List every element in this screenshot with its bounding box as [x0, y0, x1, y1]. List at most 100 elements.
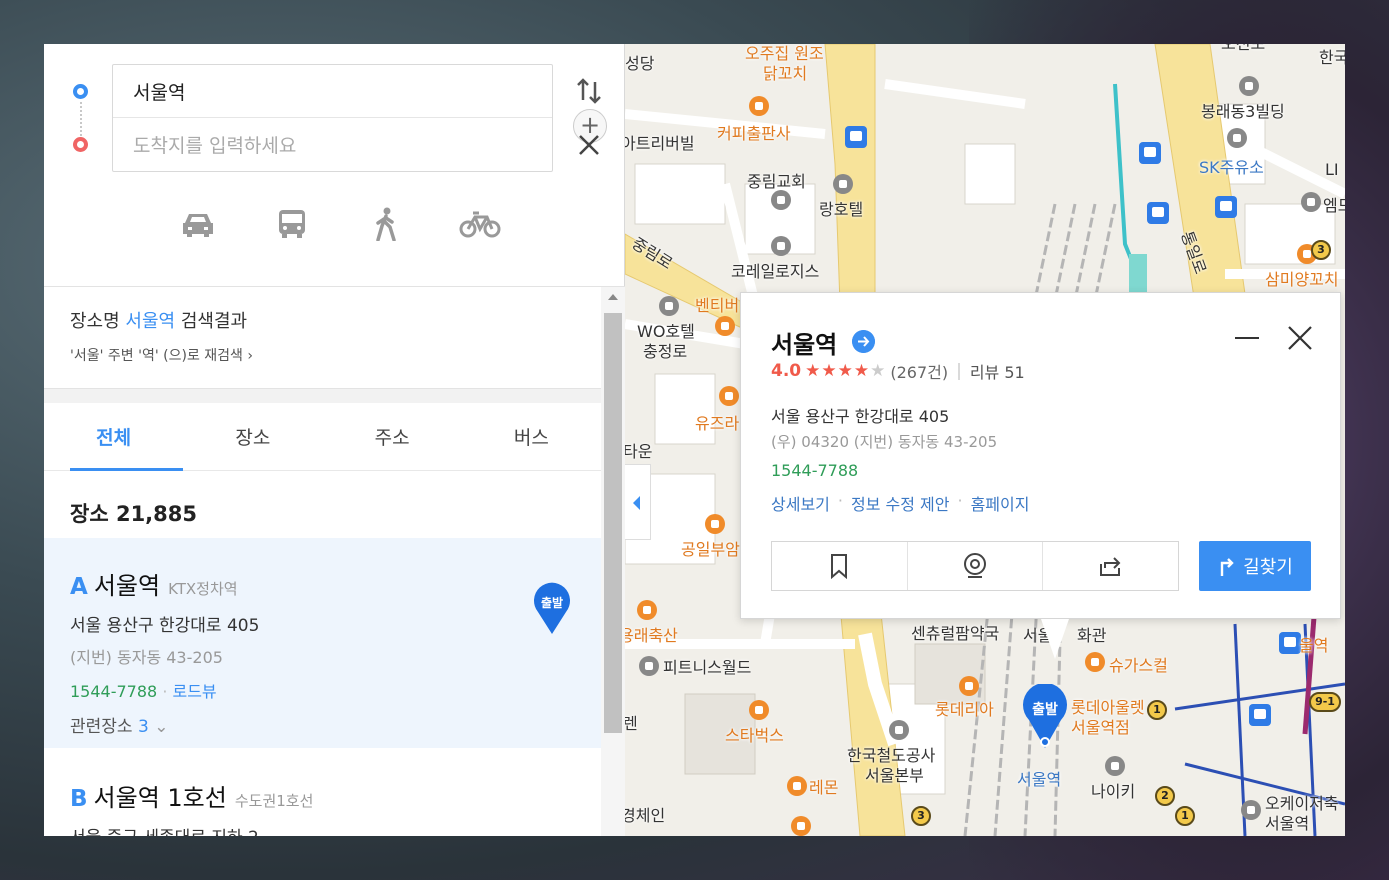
- map-label[interactable]: 중림교회: [747, 168, 806, 192]
- shop-icon[interactable]: [1105, 756, 1125, 776]
- map-label[interactable]: 랑호텔: [819, 196, 863, 220]
- bus-stop-icon[interactable]: [845, 126, 867, 148]
- map-label[interactable]: 서울역점: [1071, 714, 1130, 738]
- map-label[interactable]: 서울역: [1017, 766, 1061, 790]
- share-button[interactable]: [1043, 542, 1178, 590]
- restaurant-icon[interactable]: [705, 514, 725, 534]
- bicycle-icon[interactable]: [456, 204, 504, 244]
- related-places[interactable]: 관련장소 3 ⌄: [70, 712, 601, 737]
- map-label[interactable]: LI: [1325, 160, 1339, 179]
- hotel-icon[interactable]: [659, 296, 679, 316]
- result-name[interactable]: 서울역: [94, 566, 160, 601]
- map-label[interactable]: 서울역: [1265, 810, 1309, 834]
- collapse-panel-button[interactable]: [625, 464, 651, 540]
- review-count[interactable]: 리뷰 51: [970, 359, 1025, 383]
- map-label[interactable]: 울역: [1299, 632, 1328, 656]
- map-label[interactable]: 레몬: [809, 774, 838, 798]
- close-icon[interactable]: [1285, 323, 1315, 353]
- map-label[interactable]: 엠드: [1323, 192, 1345, 216]
- car-icon[interactable]: [174, 204, 222, 244]
- building-icon[interactable]: [1239, 76, 1259, 96]
- tab-places[interactable]: 장소: [183, 403, 322, 470]
- map-label[interactable]: SK주유소: [1199, 154, 1264, 178]
- minimize-icon[interactable]: [1235, 337, 1259, 339]
- directions-button[interactable]: 길찾기: [1199, 541, 1311, 591]
- building-icon[interactable]: [771, 236, 791, 256]
- map-label[interactable]: 슈가스컬: [1109, 652, 1168, 676]
- start-input[interactable]: 서울역: [113, 65, 552, 118]
- results-scrollbar[interactable]: [601, 287, 625, 836]
- subway-line-1-badge[interactable]: 1: [1175, 806, 1195, 826]
- map-label[interactable]: 서울본부: [865, 762, 924, 786]
- map-label[interactable]: 유즈라: [695, 410, 739, 434]
- bus-stop-icon[interactable]: [1279, 632, 1301, 654]
- map-label[interactable]: 삼미양꼬치: [1265, 266, 1339, 290]
- subway-line-2-badge[interactable]: 2: [1155, 786, 1175, 806]
- map-label[interactable]: 성당: [625, 50, 654, 74]
- rating-count[interactable]: (267건): [890, 359, 948, 383]
- roadview-button[interactable]: [908, 542, 1044, 590]
- result-item-b[interactable]: B 서울역 1호선 수도권1호선 서울 중구 세종대로 지하 2: [44, 762, 601, 836]
- scroll-thumb[interactable]: [604, 313, 622, 733]
- restaurant-icon[interactable]: [787, 776, 807, 796]
- bookmark-button[interactable]: [772, 542, 908, 590]
- hotel-icon[interactable]: [833, 174, 853, 194]
- map-label[interactable]: 한국: [1319, 44, 1345, 68]
- bus-stop-icon[interactable]: [1215, 196, 1237, 218]
- walk-icon[interactable]: [362, 204, 410, 244]
- map-label[interactable]: 아트리버빌: [625, 130, 695, 154]
- restaurant-icon[interactable]: [959, 676, 979, 696]
- tab-address[interactable]: 주소: [323, 403, 462, 470]
- map-label[interactable]: 롯데리아: [935, 696, 994, 720]
- map-label[interactable]: 스타벅스: [725, 722, 784, 746]
- depart-map-pin-icon[interactable]: 출발: [1021, 684, 1069, 750]
- map-label[interactable]: 벤티버: [695, 292, 739, 316]
- depart-pin-icon[interactable]: 출발: [532, 582, 572, 636]
- map-label[interactable]: 오천포: [1221, 44, 1265, 54]
- map-label[interactable]: 경체인: [625, 802, 665, 826]
- subway-line-3-badge[interactable]: 3: [911, 806, 931, 826]
- map-label[interactable]: 용래축산: [625, 622, 678, 646]
- edit-suggest-link[interactable]: 정보 수정 제안: [851, 491, 950, 515]
- map-label[interactable]: 충정로: [643, 338, 687, 362]
- map-label[interactable]: 센츄럴팜약국: [911, 620, 999, 644]
- restaurant-icon[interactable]: [637, 600, 657, 620]
- church-icon[interactable]: [771, 190, 791, 210]
- roadview-link[interactable]: 로드뷰: [172, 682, 216, 701]
- research-link[interactable]: '서울' 주변 '역' (으)로 재검색 ›: [70, 345, 601, 365]
- subway-line-1-badge[interactable]: 1: [1147, 700, 1167, 720]
- map-label[interactable]: 렌: [625, 710, 638, 734]
- cafe-icon[interactable]: [791, 816, 811, 836]
- map-label[interactable]: 화관: [1077, 622, 1106, 646]
- building-icon[interactable]: [639, 656, 659, 676]
- restaurant-icon[interactable]: [715, 316, 735, 336]
- map-label[interactable]: 타운: [625, 438, 652, 462]
- bus-stop-icon[interactable]: [1139, 142, 1161, 164]
- cafe-icon[interactable]: [749, 96, 769, 116]
- close-route-icon[interactable]: [576, 132, 602, 158]
- building-icon[interactable]: [889, 720, 909, 740]
- building-icon[interactable]: [1301, 192, 1321, 212]
- swap-route-icon[interactable]: [576, 76, 602, 106]
- map-label[interactable]: 피트니스월드: [663, 654, 751, 678]
- map-label[interactable]: 코레일로지스: [731, 258, 819, 282]
- bus-stop-icon[interactable]: [1147, 202, 1169, 224]
- map-label[interactable]: 공일부암: [681, 536, 740, 560]
- bus-icon[interactable]: [268, 204, 316, 244]
- map-label[interactable]: 나이키: [1091, 778, 1135, 802]
- map-label[interactable]: 커피출판사: [717, 120, 791, 144]
- restaurant-icon[interactable]: [719, 386, 739, 406]
- arrow-right-icon[interactable]: [852, 330, 875, 353]
- map-label[interactable]: 봉래동3빌딩: [1201, 98, 1285, 122]
- cafe-icon[interactable]: [749, 700, 769, 720]
- detail-link[interactable]: 상세보기: [771, 491, 830, 515]
- card-phone[interactable]: 1544-7788: [771, 461, 858, 480]
- gas-station-icon[interactable]: [1227, 128, 1247, 148]
- subway-line-3-badge[interactable]: 3: [1311, 240, 1331, 260]
- card-title[interactable]: 서울역: [771, 325, 837, 360]
- scroll-up-arrow-icon[interactable]: [608, 294, 618, 300]
- map-label[interactable]: 닭꼬치: [763, 60, 807, 84]
- bank-icon[interactable]: [1241, 800, 1261, 820]
- restaurant-icon[interactable]: [1085, 652, 1105, 672]
- subway-line-9-1-badge[interactable]: 9-1: [1309, 692, 1341, 712]
